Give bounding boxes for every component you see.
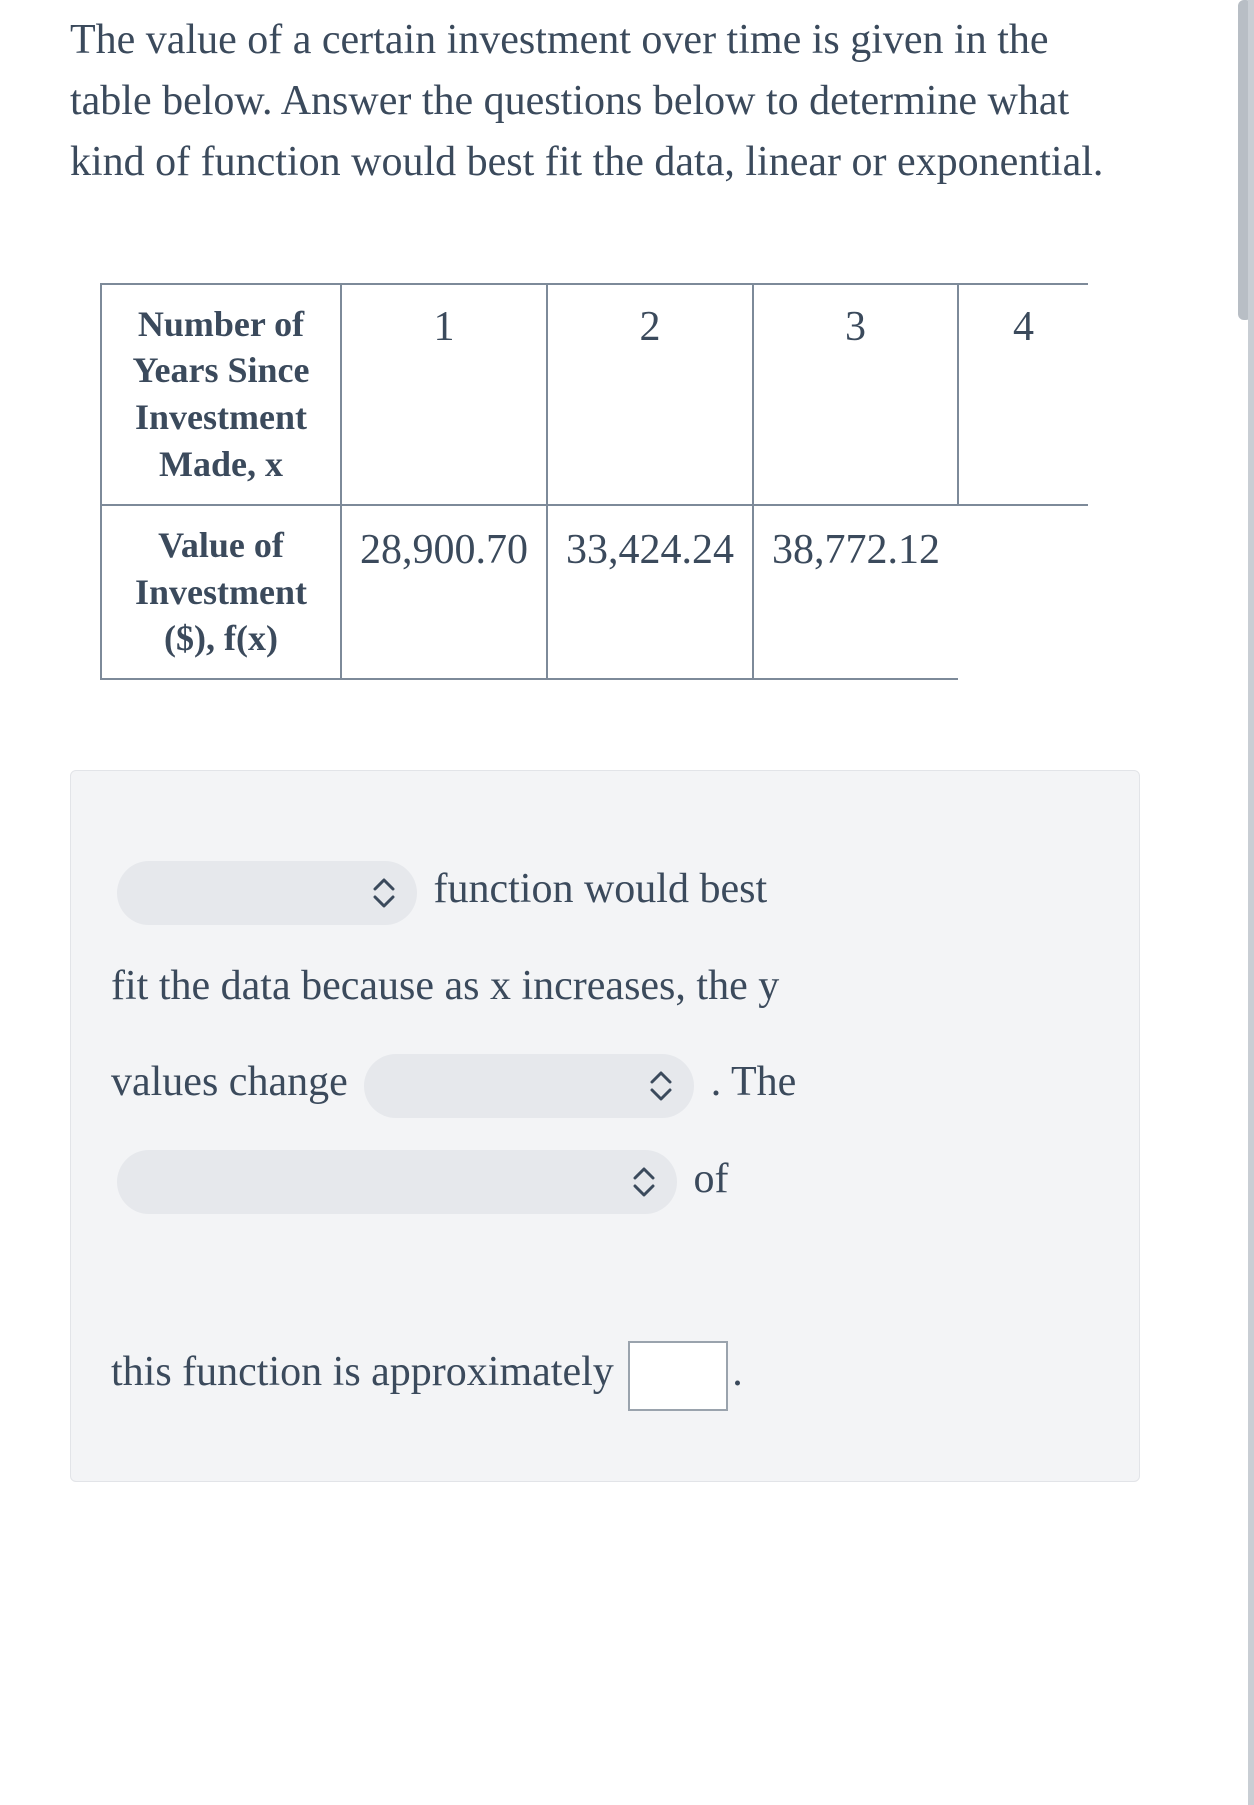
chevron-updown-icon [371, 877, 397, 909]
rate-type-dropdown[interactable] [117, 1150, 677, 1214]
year-cell: 4 [958, 284, 1088, 505]
answer-text: function would best [423, 866, 767, 912]
scrollbar-thumb[interactable] [1238, 0, 1252, 320]
chevron-updown-icon [648, 1070, 674, 1102]
year-cell: 2 [547, 284, 753, 505]
answer-box: function would best fit the data because… [70, 770, 1140, 1482]
value-input[interactable] [628, 1341, 728, 1411]
data-table-wrap: Number of Years Since Investment Made, x… [100, 283, 1248, 681]
answer-text: of [683, 1156, 729, 1202]
answer-text: . [732, 1349, 743, 1395]
data-table: Number of Years Since Investment Made, x… [100, 283, 1088, 681]
answer-text: values change [111, 1059, 358, 1105]
question-page: The value of a certain investment over t… [0, 0, 1254, 1805]
chevron-updown-icon [631, 1166, 657, 1198]
answer-text: . The [700, 1059, 796, 1105]
change-type-dropdown[interactable] [364, 1054, 694, 1118]
value-cell: 38,772.12 [753, 505, 958, 679]
row-years-label: Number of Years Since Investment Made, x [101, 284, 341, 505]
value-cell: 33,424.24 [547, 505, 753, 679]
year-cell: 3 [753, 284, 958, 505]
function-type-dropdown[interactable] [117, 861, 417, 925]
question-text: The value of a certain investment over t… [70, 10, 1140, 193]
answer-text: this function is approximately [111, 1349, 624, 1395]
answer-text: fit the data because as x increases, the… [111, 963, 779, 1009]
year-cell: 1 [341, 284, 547, 505]
row-value-label: Value of Investment ($), f(x) [101, 505, 341, 679]
value-cell: 28,900.70 [341, 505, 547, 679]
